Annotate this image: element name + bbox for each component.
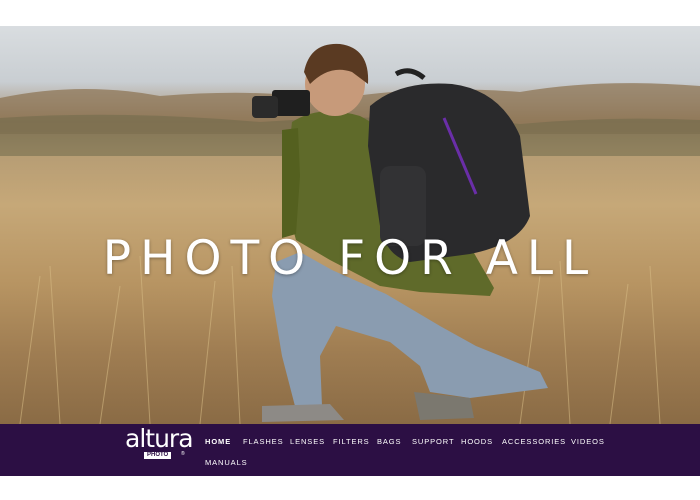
nav-accessories[interactable]: ACCESSORIES: [502, 437, 566, 446]
main-navbar: [0, 424, 700, 476]
nav-hoods[interactable]: HOODS: [461, 437, 493, 446]
nav-flashes[interactable]: FLASHES: [243, 437, 283, 446]
nav-lenses[interactable]: LENSES: [290, 437, 325, 446]
site-logo[interactable]: altura PHOTO ®: [125, 424, 194, 461]
nav-videos[interactable]: VIDEOS: [571, 437, 605, 446]
logo-wordmark: altura: [125, 424, 194, 453]
nav-filters[interactable]: FILTERS: [333, 437, 370, 446]
hero-photo: [0, 43, 700, 424]
hero-title: PHOTO FOR ALL: [102, 231, 598, 286]
nav-home[interactable]: HOME: [205, 437, 231, 446]
nav-support[interactable]: SUPPORT: [412, 437, 454, 446]
nav-bags[interactable]: BAGS: [377, 437, 401, 446]
hero-banner: PHOTO FOR ALL: [0, 26, 700, 424]
nav-manuals[interactable]: MANUALS: [205, 458, 248, 467]
registered-mark: ®: [181, 451, 185, 457]
logo-subtitle: PHOTO: [144, 452, 172, 459]
